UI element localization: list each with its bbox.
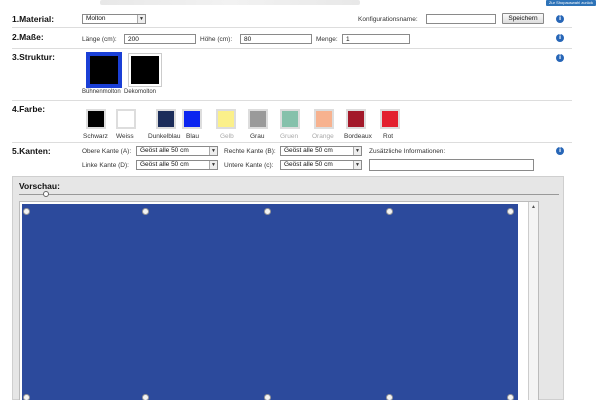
zoom-slider-track[interactable] xyxy=(19,194,559,195)
material-title: 1.Material: xyxy=(12,14,55,24)
color-swatch[interactable] xyxy=(248,109,268,129)
grommet-icon xyxy=(507,394,514,400)
left-edge-select[interactable]: Geöst alle 50 cm ▼ xyxy=(136,160,218,170)
grommet-icon xyxy=(264,394,271,400)
info-icon[interactable]: i xyxy=(556,147,564,155)
preview-canvas: ▲ xyxy=(19,201,539,400)
color-swatch[interactable] xyxy=(86,109,106,129)
grommet-icon xyxy=(142,394,149,400)
right-edge-select[interactable]: Geöst alle 50 cm ▼ xyxy=(280,146,362,156)
right-edge-label: Rechte Kante (B): xyxy=(224,148,276,155)
height-input[interactable] xyxy=(240,34,312,44)
quantity-label: Menge: xyxy=(316,36,338,43)
grommet-icon xyxy=(142,208,149,215)
header-blur xyxy=(100,0,360,5)
preview-panel: Vorschau: ▲ xyxy=(12,176,564,400)
top-edge-label: Obere Kante (A): xyxy=(82,148,132,155)
structure-option-dekomolton[interactable] xyxy=(128,53,162,87)
extra-info-input[interactable] xyxy=(369,159,534,171)
color-swatch[interactable] xyxy=(156,109,176,129)
info-icon[interactable]: i xyxy=(556,34,564,42)
color-label: Weiss xyxy=(116,133,134,140)
kanten-title: 5.Kanten: xyxy=(12,146,51,156)
color-label: Blau xyxy=(186,133,200,140)
color-swatch[interactable] xyxy=(182,109,202,129)
color-label: Grau xyxy=(250,133,265,140)
chevron-down-icon: ▼ xyxy=(209,147,217,155)
color-swatch[interactable] xyxy=(280,109,300,129)
extra-info-label: Zusätzliche Informationen: xyxy=(369,148,446,155)
curtain-preview xyxy=(22,204,518,400)
config-name-label: Konfigurationsname: xyxy=(358,16,418,23)
color-label: Gelb xyxy=(220,133,234,140)
config-name-input[interactable] xyxy=(426,14,496,24)
chevron-down-icon: ▼ xyxy=(137,15,145,23)
top-edge-select[interactable]: Geöst alle 50 cm ▼ xyxy=(136,146,218,156)
chevron-down-icon: ▼ xyxy=(353,161,361,169)
grommet-icon xyxy=(23,208,30,215)
right-edge-select-value: Geöst alle 50 cm xyxy=(284,147,333,154)
chevron-down-icon: ▼ xyxy=(353,147,361,155)
chevron-down-icon: ▼ xyxy=(209,161,217,169)
bottom-edge-select-value: Geöst alle 50 cm xyxy=(284,161,333,168)
scroll-up-icon[interactable]: ▲ xyxy=(531,204,536,210)
vertical-scrollbar[interactable]: ▲ xyxy=(528,202,538,400)
grommet-icon xyxy=(23,394,30,400)
color-label: Bordeaux xyxy=(344,133,372,140)
section-farbe: 4.Farbe: Schwarz Weiss Dunkelblau Blau G… xyxy=(12,101,572,143)
grommet-icon xyxy=(386,208,393,215)
bottom-edge-select[interactable]: Geöst alle 50 cm ▼ xyxy=(280,160,362,170)
material-select-value: Molton xyxy=(86,15,106,22)
color-swatch[interactable] xyxy=(216,109,236,129)
struktur-title: 3.Struktur: xyxy=(12,52,55,62)
farbe-title: 4.Farbe: xyxy=(12,104,46,114)
section-masse: 2.Maße: Länge (cm): Höhe (cm): Menge: i xyxy=(12,29,572,49)
color-label: Gruen xyxy=(280,133,299,140)
color-label: Rot xyxy=(383,133,394,140)
section-kanten: 5.Kanten: Obere Kante (A): Geöst alle 50… xyxy=(12,143,572,175)
height-label: Höhe (cm): xyxy=(200,36,233,43)
quantity-input[interactable] xyxy=(342,34,410,44)
color-swatch[interactable] xyxy=(380,109,400,129)
section-struktur: 3.Struktur: Bühnenmolton Dekomolton i xyxy=(12,49,572,101)
preview-title: Vorschau: xyxy=(19,181,60,191)
color-label: Schwarz xyxy=(83,133,108,140)
grommet-icon xyxy=(507,208,514,215)
length-label: Länge (cm): xyxy=(82,36,117,43)
structure-label: Bühnenmolton xyxy=(82,89,121,95)
structure-option-buehnenmolton[interactable] xyxy=(86,52,122,88)
color-swatch[interactable] xyxy=(116,109,136,129)
shop-return-button[interactable]: Zur Shopauswahl zurück xyxy=(546,0,596,6)
save-button[interactable]: Speichern xyxy=(502,13,544,24)
material-select[interactable]: Molton ▼ xyxy=(82,14,146,24)
length-input[interactable] xyxy=(124,34,196,44)
structure-label: Dekomolton xyxy=(124,89,157,95)
left-edge-select-value: Geöst alle 50 cm xyxy=(140,161,189,168)
bottom-edge-label: Untere Kante (c): xyxy=(224,162,274,169)
zoom-slider-handle[interactable] xyxy=(43,191,49,197)
left-edge-label: Linke Kante (D): xyxy=(82,162,129,169)
info-icon[interactable]: i xyxy=(556,54,564,62)
grommet-icon xyxy=(264,208,271,215)
color-label: Orange xyxy=(312,133,334,140)
top-edge-select-value: Geöst alle 50 cm xyxy=(140,147,189,154)
color-label: Dunkelblau xyxy=(148,133,181,140)
color-swatch[interactable] xyxy=(314,109,334,129)
info-icon[interactable]: i xyxy=(556,15,564,23)
top-strip: Zur Shopauswahl zurück xyxy=(0,0,600,8)
masse-title: 2.Maße: xyxy=(12,32,44,42)
color-swatch[interactable] xyxy=(346,109,366,129)
section-material: 1.Material: Molton ▼ Konfigurationsname:… xyxy=(12,10,572,28)
grommet-icon xyxy=(386,394,393,400)
